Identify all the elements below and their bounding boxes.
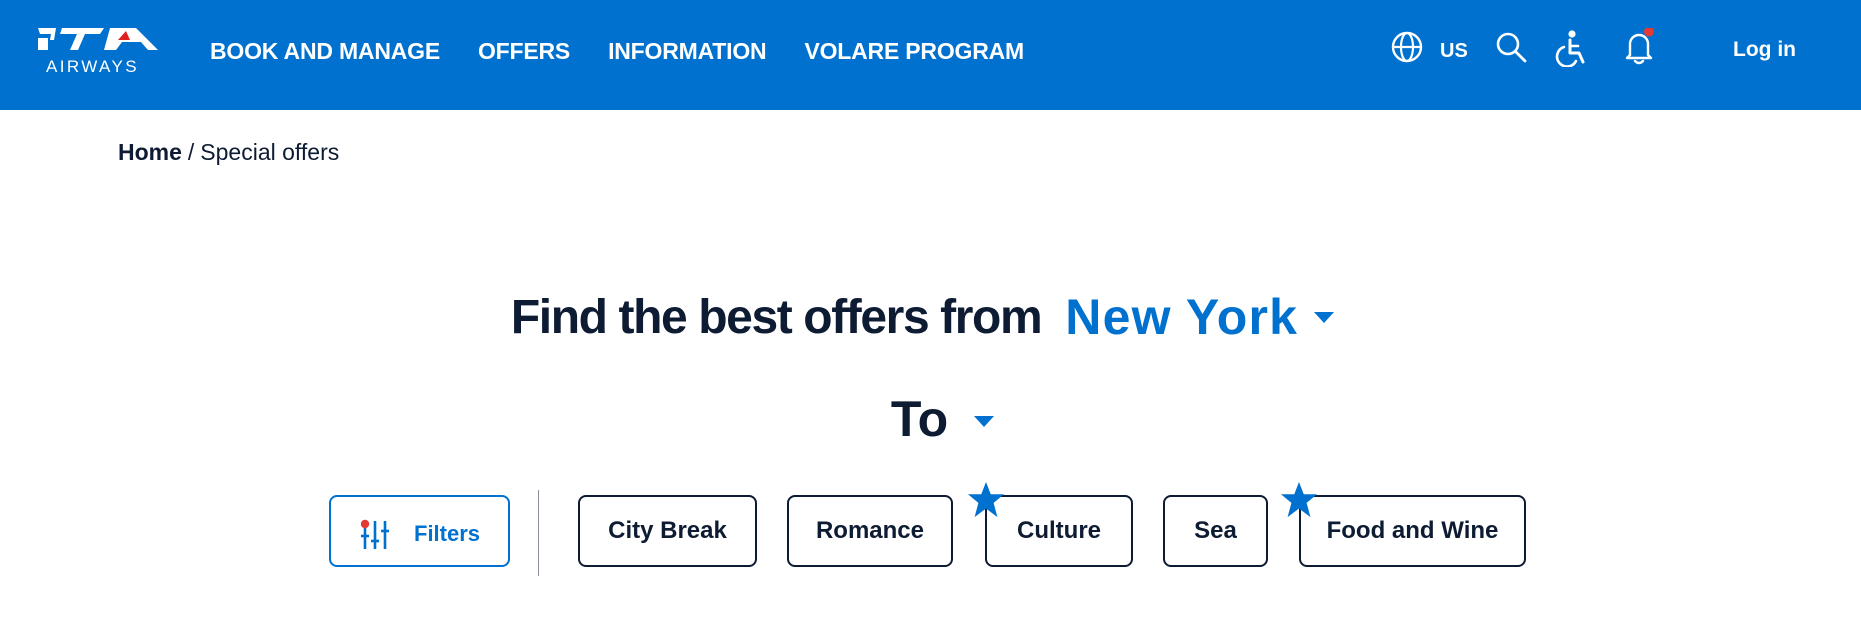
login-link[interactable]: Log in: [1733, 38, 1796, 62]
caret-down-icon[interactable]: [1314, 311, 1335, 323]
filters-label: Filters: [414, 521, 481, 546]
breadcrumb-home[interactable]: Home: [118, 139, 182, 165]
offers-heading: Find the best offers from New York: [0, 288, 1853, 346]
bell-icon[interactable]: [1622, 28, 1656, 66]
category-culture[interactable]: Culture: [985, 495, 1133, 567]
main-navigation: BOOK AND MANAGE OFFERS INFORMATION VOLAR…: [210, 38, 1062, 65]
breadcrumb-current: Special offers: [200, 139, 340, 165]
globe-icon[interactable]: [1390, 30, 1424, 64]
heading-prefix: Find the best offers from: [510, 290, 1043, 344]
filters-button[interactable]: Filters: [329, 495, 510, 567]
sliders-icon: [361, 519, 389, 549]
top-navigation-bar: AIRWAYS BOOK AND MANAGE OFFERS INFORMATI…: [0, 0, 1861, 110]
notification-dot: [1644, 28, 1654, 37]
star-icon: [1280, 481, 1318, 518]
breadcrumb: Home / Special offers: [118, 139, 339, 166]
divider: [538, 490, 539, 576]
accessibility-icon[interactable]: [1552, 29, 1586, 67]
search-icon[interactable]: [1494, 30, 1528, 64]
destination-selector[interactable]: To: [891, 390, 948, 448]
nav-book-and-manage[interactable]: BOOK AND MANAGE: [210, 38, 440, 65]
logo-mark-icon: [38, 28, 158, 50]
caret-down-icon[interactable]: [974, 415, 995, 427]
ita-airways-logo[interactable]: AIRWAYS: [36, 24, 160, 78]
nav-information[interactable]: INFORMATION: [608, 38, 767, 65]
category-romance[interactable]: Romance: [787, 495, 953, 567]
destination-row: To: [12, 390, 1861, 448]
language-selector[interactable]: US: [1440, 40, 1468, 63]
category-food-and-wine[interactable]: Food and Wine: [1299, 495, 1526, 567]
category-city-break[interactable]: City Break: [578, 495, 757, 567]
category-sea[interactable]: Sea: [1163, 495, 1268, 567]
nav-offers[interactable]: OFFERS: [478, 38, 570, 65]
star-icon: [967, 481, 1005, 518]
nav-volare-program[interactable]: VOLARE PROGRAM: [804, 38, 1024, 65]
breadcrumb-separator: /: [187, 139, 195, 165]
logo-wordmark: AIRWAYS: [46, 57, 140, 76]
origin-city-selector[interactable]: New York: [1065, 288, 1298, 346]
